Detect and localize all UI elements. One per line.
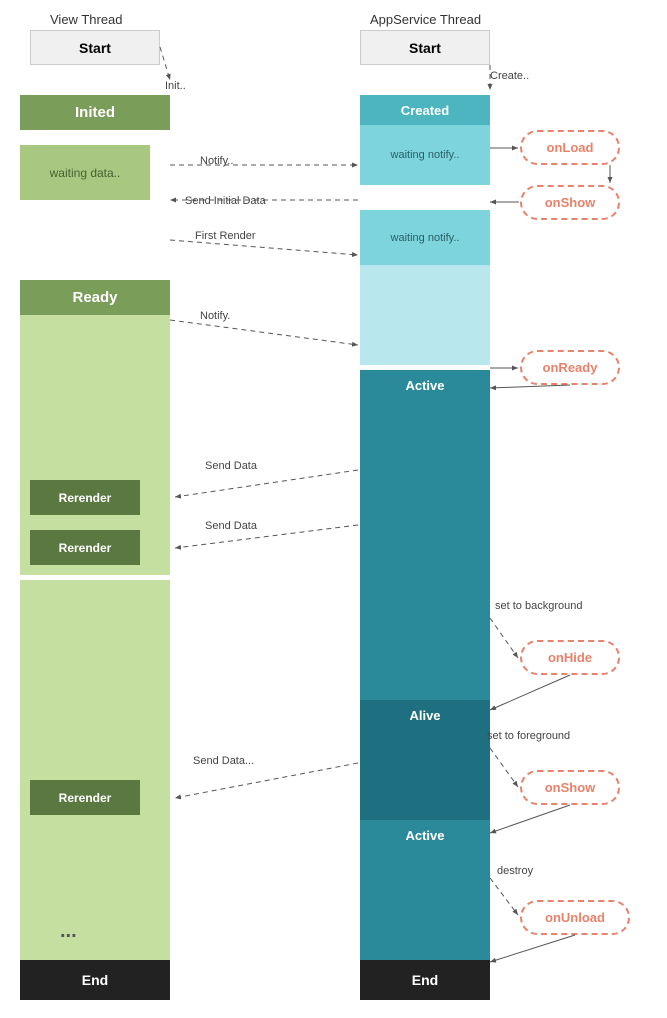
as-alive-area: [360, 730, 490, 820]
vt-waiting-data: waiting data..: [20, 145, 150, 200]
arrow-send-initial-label: Send Initial Data: [185, 195, 266, 207]
vt-rerender2: Rerender: [30, 530, 140, 565]
arrow-init-label: Init..: [165, 80, 186, 92]
lc-onhide: onHide: [520, 640, 620, 675]
as-waiting2: waiting notify..: [360, 210, 490, 265]
lc-onunload: onUnload: [520, 900, 630, 935]
vt-start: Start: [30, 30, 160, 65]
vt-rerender3: Rerender: [30, 780, 140, 815]
as-waiting1: waiting notify..: [360, 125, 490, 185]
vt-rerender1: Rerender: [30, 480, 140, 515]
vt-end: End: [20, 960, 170, 1000]
arrow-bg-label: set to background: [495, 600, 582, 612]
arrow-fg-label: set to foreground: [487, 730, 570, 742]
as-light-area: [360, 265, 490, 365]
vt-ready: Ready: [20, 280, 170, 315]
lc-onshow2: onShow: [520, 770, 620, 805]
as-active2: Active: [360, 820, 490, 850]
as-alive-label: Alive: [360, 700, 490, 730]
arrow-notify2-label: Notify.: [200, 310, 230, 322]
as-end: End: [360, 960, 490, 1000]
lc-onready: onReady: [520, 350, 620, 385]
arrow-send-data2-label: Send Data: [205, 520, 257, 532]
arrow-destroy-label: destroy: [497, 865, 533, 877]
arrow-send-data-dots-label: Send Data...: [193, 755, 254, 767]
arrow-create-label: Create..: [490, 70, 529, 82]
lc-onload: onLoad: [520, 130, 620, 165]
as-created: Created: [360, 95, 490, 125]
arrow-notify1-label: Notify..: [200, 155, 233, 167]
vt-inited: Inited: [20, 95, 170, 130]
lc-onshow1: onShow: [520, 185, 620, 220]
diagram-container: View Thread AppService Thread Start Init…: [0, 0, 667, 1018]
view-thread-header: View Thread: [50, 12, 123, 27]
appservice-thread-header: AppService Thread: [370, 12, 481, 27]
vt-dots: ...: [60, 920, 77, 943]
as-start: Start: [360, 30, 490, 65]
arrow-first-render-label: First Render: [195, 230, 256, 242]
as-active2-area: [360, 850, 490, 960]
as-active1-area: [360, 400, 490, 700]
as-active1: Active: [360, 370, 490, 400]
arrow-send-data1-label: Send Data: [205, 460, 257, 472]
